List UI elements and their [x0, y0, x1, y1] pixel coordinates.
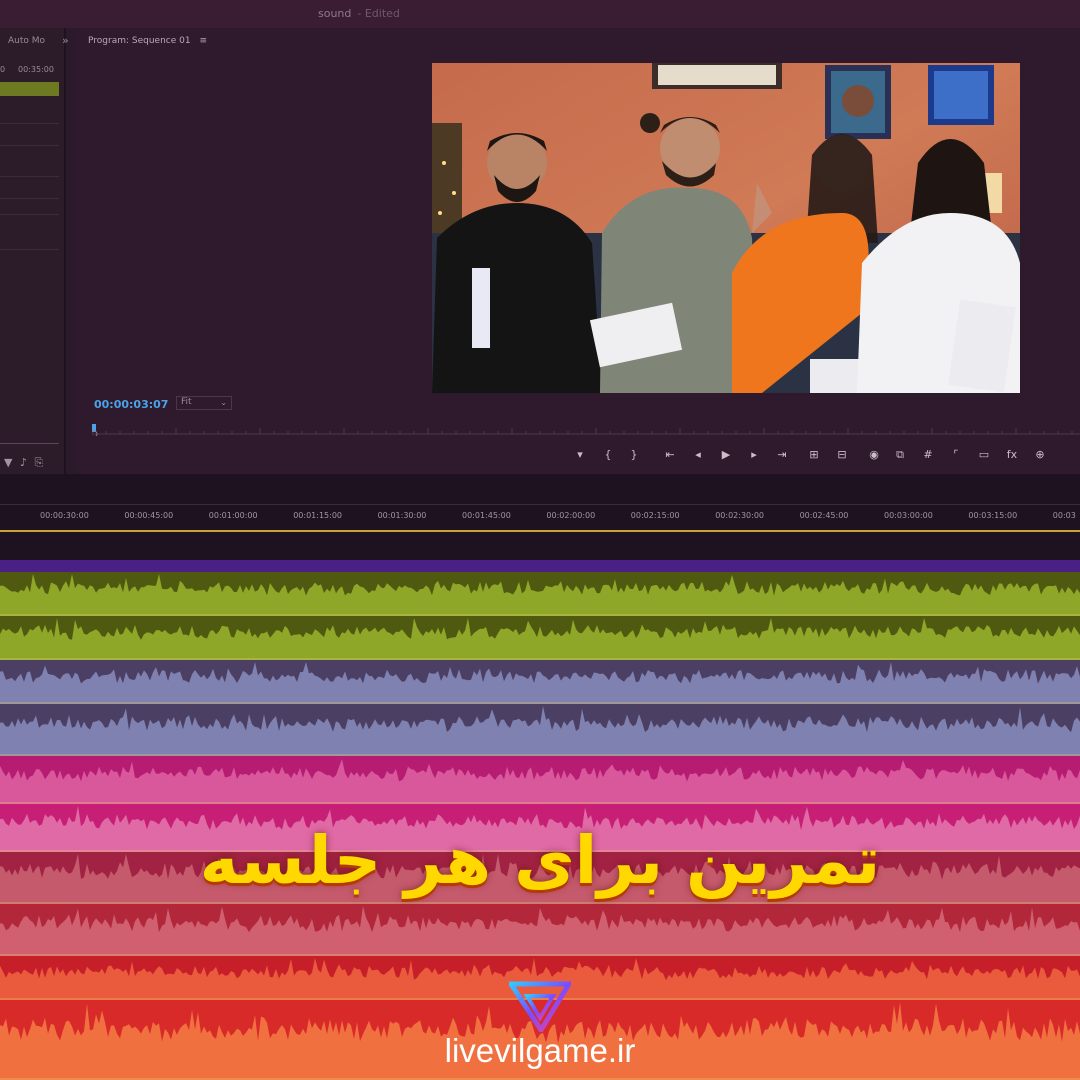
divider: [0, 123, 59, 124]
chevron-down-icon: ⌄: [220, 398, 227, 407]
website-url[interactable]: livevilgame.ir: [0, 1032, 1080, 1070]
transport-controls: ▾ {} ⇤ ◂ ▶ ▸ ⇥ ⊞ ⊟ ◉ ⧉ # ⌜ ▭ fx ⊕: [0, 447, 1080, 463]
audio-track-track-2b[interactable]: [0, 704, 1080, 756]
timeline-ruler-line: [0, 504, 1080, 505]
step-back-icon[interactable]: ◂: [690, 447, 706, 463]
audio-track-track-1a[interactable]: [0, 572, 1080, 616]
divider: [0, 145, 59, 146]
headline-text: تمرین برای هر جلسه: [199, 822, 881, 899]
timeline-tick-label: 00:02:30:00: [715, 511, 764, 520]
mark-out-icon[interactable]: }: [626, 447, 642, 463]
waveform-fill: [0, 759, 1080, 804]
zoom-select[interactable]: Fit ⌄: [176, 396, 232, 410]
timeline-tick-label: 00:01:45:00: [462, 511, 511, 520]
mark-in-icon[interactable]: {: [600, 447, 616, 463]
waveform: [0, 662, 1080, 704]
divider: [0, 176, 59, 177]
waveform-fill: [0, 706, 1080, 756]
monitor-time-ruler[interactable]: [92, 424, 1080, 436]
waveform-fill: [0, 618, 1080, 660]
timeline-panel: 00:00:30:00 00:00:45:00 00:01:00:00 00:01:1…: [0, 474, 1080, 560]
audio-track-track-2a[interactable]: [0, 660, 1080, 704]
panel-time-start: 0: [0, 65, 6, 74]
waveform: [0, 574, 1080, 616]
insert-icon[interactable]: ⊞: [806, 447, 822, 463]
timeline-tick-label: 00:02:45:00: [799, 511, 849, 520]
step-forward-icon[interactable]: ▸: [746, 447, 762, 463]
waveform: [0, 906, 1080, 956]
program-title[interactable]: Program: Sequence 01 ≡: [88, 36, 207, 46]
waveform-fill: [0, 574, 1080, 616]
panel-menu-icon[interactable]: ≡: [199, 36, 207, 46]
audio-track-track-1b[interactable]: [0, 616, 1080, 660]
timeline-tick-label: 00:01:00:00: [208, 511, 258, 520]
divider: [0, 214, 59, 215]
panel-overflow-icon[interactable]: »: [62, 34, 69, 47]
title-bar: sound - Edited: [0, 0, 1080, 28]
source-panel: Auto Mo » 0 00:35:00 ▼ ♪ ⎘: [0, 28, 69, 474]
playhead-timecode[interactable]: 00:00:03:07: [94, 398, 168, 411]
panel-tab-auto[interactable]: Auto Mo: [8, 36, 45, 46]
comparison-view-icon[interactable]: ▭: [976, 447, 992, 463]
go-to-in-icon[interactable]: ⇤: [662, 447, 678, 463]
video-track-strip[interactable]: [0, 560, 1080, 572]
timeline-tick-label: 00:01:15:00: [293, 511, 342, 520]
audio-track-track-4b[interactable]: [0, 904, 1080, 956]
app-window: sound - Edited Auto Mo » 0 00:35:00 ▼ ♪ ⎘…: [0, 0, 1080, 1080]
divider: [0, 198, 59, 199]
play-icon[interactable]: ▶: [718, 447, 734, 463]
waveform: [0, 618, 1080, 660]
panel-time-end: 00:35:00: [18, 65, 54, 74]
audio-track-track-3a[interactable]: [0, 756, 1080, 804]
marker-icon[interactable]: ▾: [572, 447, 588, 463]
safe-margins-icon[interactable]: ⌜: [948, 447, 964, 463]
timeline-tick-label: 00:03:00:00: [884, 511, 933, 520]
divider: [0, 249, 59, 250]
timeline-tick-label: 00:02:00:00: [546, 511, 596, 520]
go-to-out-icon[interactable]: ⇥: [774, 447, 790, 463]
export-frame-icon[interactable]: ◉: [866, 447, 882, 463]
program-title-text: Program: Sequence 01: [88, 36, 191, 46]
edit-status: - Edited: [357, 7, 400, 20]
video-frame: [432, 63, 1020, 393]
project-name: sound: [318, 7, 352, 20]
timeline-tick-label: 00:01:30:00: [377, 511, 427, 520]
overwrite-icon[interactable]: ⊟: [834, 447, 850, 463]
timeline-tick-label: 00:02:15:00: [630, 511, 680, 520]
zoom-value: Fit: [181, 397, 192, 407]
grid-icon[interactable]: #: [920, 447, 936, 463]
timeline-tick-label: 00:03:15:00: [968, 511, 1018, 520]
fx-icon[interactable]: fx: [1004, 447, 1020, 463]
window-title: sound - Edited: [318, 7, 400, 20]
waveform-fill: [0, 906, 1080, 956]
waveform: [0, 759, 1080, 804]
button-editor-icon[interactable]: ⊕: [1032, 447, 1048, 463]
compare-icon[interactable]: ⧉: [892, 447, 908, 463]
waveform-fill: [0, 662, 1080, 704]
work-area-bar[interactable]: [0, 530, 1080, 532]
timeline-tick-label: 00:00:45:00: [124, 511, 174, 520]
brand-logo-icon: [509, 981, 571, 1032]
panel-clip-bar[interactable]: [0, 82, 59, 96]
panel-scrollbar[interactable]: [0, 443, 59, 444]
waveform: [0, 706, 1080, 756]
timeline-tick-label: 00:00:30:00: [40, 511, 89, 520]
timeline-tick-label: 00:03: [1052, 511, 1076, 520]
